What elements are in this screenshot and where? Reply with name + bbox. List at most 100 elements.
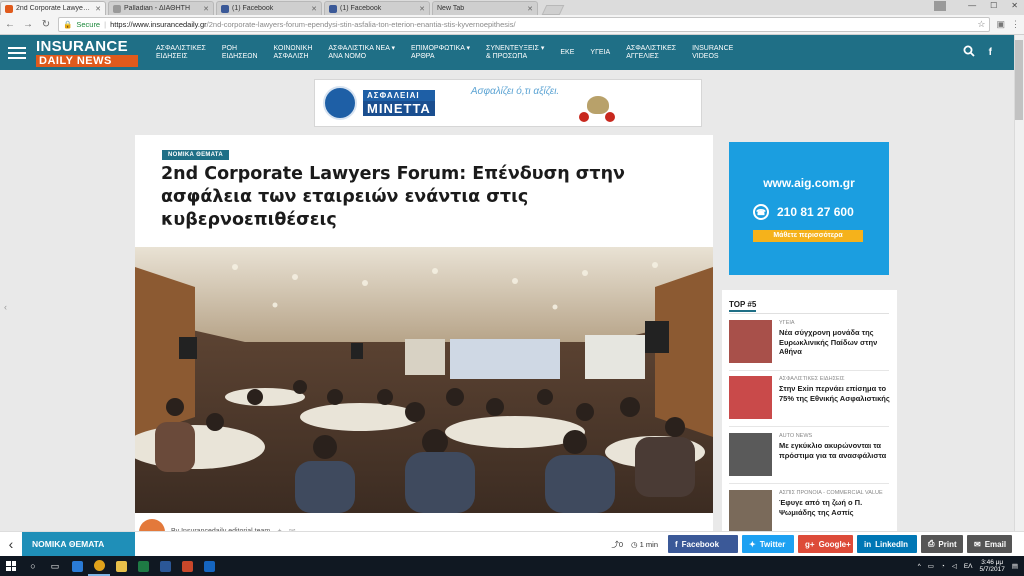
top5-category[interactable]: ΥΓΕΙΑ — [779, 320, 894, 326]
chevron-left-icon[interactable]: ‹ — [4, 302, 7, 312]
top5-title: TOP #5 — [729, 300, 757, 312]
nav-item[interactable]: ΥΓΕΙΑ — [590, 49, 610, 57]
bookmark-star-icon[interactable]: ☆ — [977, 19, 985, 30]
outlook-icon[interactable] — [198, 556, 220, 576]
back-icon[interactable]: ← — [4, 19, 16, 30]
print-button[interactable]: ⎙ Print — [921, 535, 963, 553]
network-icon[interactable]: ◔ — [941, 563, 945, 570]
browser-tab[interactable]: (1) Facebook ✕ — [324, 1, 430, 15]
profile-icon[interactable] — [934, 1, 946, 11]
nav-item[interactable]: ΕΠΙΜΟΡΦΩΤΙΚΑ ▾ ΑΡΘΡΑ — [411, 45, 470, 61]
nav-item-line2: ΑΣΦΑΛΙΣΗ — [273, 52, 309, 60]
sticky-share-bar: ‹ ΝΟΜΙΚΑ ΘΕΜΑΤΑ ⤴0 ◷ 1 min f Facebook ✦ Tw… — [0, 531, 1024, 557]
tab-close-icon[interactable]: ✕ — [203, 5, 209, 13]
forward-icon[interactable]: → — [22, 19, 34, 30]
tab-close-icon[interactable]: ✕ — [311, 5, 317, 13]
top5-thumbnail[interactable] — [729, 376, 772, 419]
taskbar-clock[interactable]: 3:46 μμ 5/7/2017 — [980, 559, 1005, 574]
nav-item[interactable]: ΑΣΦΑΛΙΣΤΙΚΕΣ ΕΙΔΗΣΕΙΣ — [156, 45, 206, 61]
search-icon[interactable]: ○ — [22, 556, 44, 576]
browser-tab[interactable]: Palladian - ΔΙΑΘΗΤΗ ✕ — [108, 1, 214, 15]
category-badge[interactable]: ΝΟΜΙΚΑ ΘΕΜΑΤΑ — [162, 150, 229, 160]
tab-favicon-icon — [329, 4, 337, 13]
chevron-up-icon[interactable]: ^ — [918, 563, 921, 570]
email-share-button[interactable]: ✉ Email — [967, 535, 1012, 553]
nav-item-line1: ΣΥΝΕΝΤΕΥΞΕΙΣ ▾ — [486, 44, 545, 52]
top5-category[interactable]: ΑΣΦΑΛΙΣΤΙΚΕΣ ΕΙΔΗΣΕΙΣ — [779, 376, 894, 382]
tab-close-icon[interactable]: ✕ — [527, 5, 533, 13]
site-logo[interactable]: INSURANCE DAILY NEWS — [36, 38, 138, 68]
input-language[interactable]: ΕΛ — [964, 563, 973, 570]
facebook-icon[interactable]: f — [989, 47, 992, 58]
aig-side-ad[interactable]: www.aig.com.gr ☎ 210 81 27 600 Μάθετε πε… — [729, 142, 889, 275]
volume-icon[interactable]: ◁ — [952, 562, 957, 570]
nav-item-line1: ΑΣΦΑΛΙΣΤΙΚΕΣ — [626, 44, 677, 52]
top5-item[interactable]: ΑΣΦΑΛΙΣΤΙΚΕΣ ΕΙΔΗΣΕΙΣ Στην Exin περνάει ε… — [729, 376, 894, 426]
aig-url: www.aig.com.gr — [763, 176, 855, 190]
nav-item[interactable]: ΡΟΗ ΕΙΔΗΣΕΩΝ — [222, 45, 258, 61]
reload-icon[interactable]: ↻ — [40, 19, 52, 30]
task-view-icon[interactable]: ▭ — [44, 556, 66, 576]
tab-close-icon[interactable]: ✕ — [95, 5, 101, 13]
edge-icon[interactable] — [66, 556, 88, 576]
browser-tab[interactable]: New Tab ✕ — [432, 1, 538, 15]
extension-icon[interactable]: ▣ — [996, 19, 1005, 30]
menu-kebab-icon[interactable]: ⋮ — [1011, 19, 1020, 30]
nav-item[interactable]: ΕΚΕ — [560, 49, 574, 57]
scrollbar-thumb[interactable] — [1015, 40, 1023, 120]
linkedin-share-button[interactable]: in LinkedIn — [857, 535, 917, 553]
top5-thumbnail[interactable] — [729, 433, 772, 476]
google-share-button[interactable]: g+ Google+ — [798, 535, 853, 553]
top5-item[interactable]: AUTO NEWS Με εγκύκλιο ακυρώνονται τα πρόσ… — [729, 433, 894, 483]
url-path: /2nd-corporate-lawyers-forum-ependysi-st… — [206, 20, 516, 29]
battery-icon[interactable]: ▭ — [928, 562, 934, 570]
nav-item[interactable]: INSURANCE VIDEOS — [692, 45, 733, 61]
nav-item[interactable]: ΣΥΝΕΝΤΕΥΞΕΙΣ ▾ & ΠΡΟΣΩΠΑ — [486, 45, 544, 61]
nav-item-line2: ΕΙΔΗΣΕΩΝ — [221, 52, 258, 60]
minimize-icon[interactable]: — — [968, 1, 976, 10]
share-icon: ⤴ — [611, 539, 619, 549]
start-button[interactable] — [0, 561, 22, 571]
chrome-icon[interactable] — [88, 556, 110, 576]
top5-item[interactable]: ΥΓΕΙΑ Νέα σύγχρονη μονάδα της Ευρωκλινική… — [729, 320, 894, 370]
top5-category[interactable]: ΑΣΠΙΣ ΠΡΟΝΟΙΑ - COMMERCIAL VALUE — [779, 490, 894, 496]
browser-tab[interactable]: (1) Facebook ✕ — [216, 1, 322, 15]
snail-illustration-icon — [577, 96, 619, 122]
chevron-left-icon[interactable]: ‹ — [0, 532, 22, 557]
window-controls: — ☐ ✕ — [968, 1, 1018, 10]
maximize-icon[interactable]: ☐ — [990, 1, 997, 10]
aig-cta-button[interactable]: Μάθετε περισσότερα — [753, 230, 863, 242]
nav-item-line2: ΑΝΑ ΝΟΜΟ — [328, 52, 367, 60]
twitter-share-button[interactable]: ✦ Twitter — [742, 535, 794, 553]
top5-title-link[interactable]: Νέα σύγχρονη μονάδα της Ευρωκλινικής Παί… — [779, 328, 894, 357]
nav-item[interactable]: ΑΣΦΑΛΙΣΤΙΚΑ ΝΕΑ ▾ ΑΝΑ ΝΟΜΟ — [328, 45, 395, 61]
new-tab-button[interactable] — [541, 5, 565, 15]
close-window-icon[interactable]: ✕ — [1011, 1, 1018, 10]
hamburger-menu-icon[interactable] — [8, 46, 26, 59]
top5-thumbnail[interactable] — [729, 320, 772, 363]
facebook-share-button[interactable]: f Facebook — [668, 535, 738, 553]
nav-item[interactable]: ΚΟΙΝΩΝΙΚΗ ΑΣΦΑΛΙΣΗ — [274, 45, 313, 61]
excel-icon[interactable] — [132, 556, 154, 576]
nav-item-line1: ΡΟΗ — [221, 44, 238, 52]
top5-title-link[interactable]: Έφυγε από τη ζωή ο Π. Ψωμιάδης της Ασπίς — [779, 498, 894, 517]
minetta-banner-ad[interactable]: ΑΣΦΑΛΕΙΑΙ ΜΙΝΕΤΤΑ Ασφαλίζει ό,τι αξίζει. — [314, 79, 702, 127]
powerpoint-icon[interactable] — [176, 556, 198, 576]
top5-category[interactable]: AUTO NEWS — [779, 433, 894, 439]
share-stats: ⤴0 ◷ 1 min — [611, 539, 658, 550]
url-input[interactable]: 🔒 Secure | https://www.insurancedaily.gr… — [58, 17, 991, 32]
tab-close-icon[interactable]: ✕ — [419, 5, 425, 13]
browser-tab[interactable]: 2nd Corporate Lawyers F ✕ — [0, 1, 106, 15]
notifications-icon[interactable]: ▤ — [1012, 562, 1018, 570]
nav-item-line1: ΕΚΕ — [560, 48, 575, 56]
top5-title-link[interactable]: Στην Exin περνάει επίσημα το 75% της Εθν… — [779, 384, 894, 403]
word-icon[interactable] — [154, 556, 176, 576]
top5-thumbnail[interactable] — [729, 490, 772, 533]
file-explorer-icon[interactable] — [110, 556, 132, 576]
search-icon[interactable] — [963, 45, 975, 60]
header-actions: f — [963, 45, 992, 60]
nav-item[interactable]: ΑΣΦΑΛΙΣΤΙΚΕΣ ΑΓΓΕΛΙΕΣ — [626, 45, 676, 61]
sharebar-category[interactable]: ΝΟΜΙΚΑ ΘΕΜΑΤΑ — [22, 531, 135, 557]
aig-phone-number: 210 81 27 600 — [777, 205, 854, 219]
top5-title-link[interactable]: Με εγκύκλιο ακυρώνονται τα πρόστιμα για … — [779, 441, 894, 460]
